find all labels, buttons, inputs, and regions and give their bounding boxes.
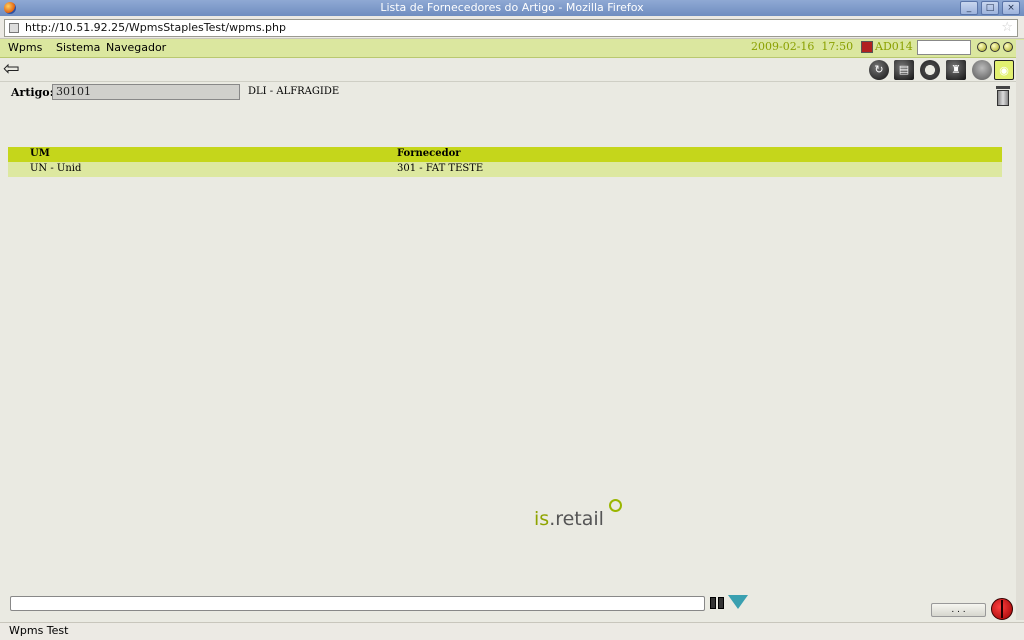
site-icon [9,23,19,33]
isretail-logo: is.retail [534,508,604,530]
datetime: 2009-02-16 17:50 [751,40,853,53]
current-time: 17:50 [821,40,854,53]
app-menubar: Wpms Sistema Navegador 2009-02-16 17:50 … [0,39,1024,58]
logo-prefix: is [534,508,550,530]
current-date: 2009-02-16 [751,40,815,53]
quick-access-input[interactable] [917,40,971,55]
table-header: UM Fornecedor [8,147,1002,162]
artigo-description: DLI - ALFRAGIDE [248,86,340,97]
table-row[interactable]: UN - Unid 301 - FAT TESTE [8,162,1002,177]
app-toolbar: ⇦ ↻ ▤ ♜ ◉ [0,58,1024,82]
artigo-field[interactable]: 30101 [52,84,240,100]
suppliers-table: UM Fornecedor UN - Unid 301 - FAT TESTE [8,147,1002,177]
home-icon[interactable]: ◉ [994,60,1014,80]
window-title: Lista de Fornecedores do Artigo - Mozill… [380,1,644,14]
url-text: http://10.51.92.25/WpmsStaplesTest/wpms.… [25,21,286,34]
back-arrow-icon[interactable]: ⇦ [3,58,25,79]
column-header-fornecedor[interactable]: Fornecedor [397,148,461,159]
lifebuoy-icon[interactable] [920,60,940,80]
window-titlebar: Lista de Fornecedores do Artigo - Mozill… [0,0,1024,16]
artigo-label: Artigo: [11,86,54,99]
window-controls: _ □ × [960,1,1020,15]
restore-app-icon[interactable] [990,42,1000,52]
user-tool-icon[interactable] [972,60,992,80]
user-code: AD014 [875,40,913,53]
menu-navegador[interactable]: Navegador [106,41,166,54]
trash-icon[interactable] [993,84,1013,108]
logo-suffix: .retail [549,508,604,530]
maximize-button[interactable]: □ [981,1,999,15]
minimize-button[interactable]: _ [960,1,978,15]
column-header-um[interactable]: UM [30,148,50,159]
refresh-icon[interactable]: ↻ [869,60,889,80]
close-window-button[interactable]: × [1002,1,1020,15]
url-field[interactable]: http://10.51.92.25/WpmsStaplesTest/wpms.… [4,19,1018,37]
bookmark-star-icon[interactable]: ☆ [1001,20,1013,36]
command-input[interactable] [10,596,705,611]
cell-um: UN - Unid [30,163,82,174]
cell-fornecedor: 301 - FAT TESTE [397,163,484,174]
stamp-icon[interactable]: ♜ [946,60,966,80]
logo-mark-icon [609,499,622,512]
close-app-icon[interactable] [1003,42,1013,52]
print-icon[interactable]: ▤ [894,60,914,80]
browser-statusbar: Wpms Test [0,622,1024,640]
user-icon [861,41,873,53]
binoculars-icon[interactable] [709,595,725,611]
menu-wpms[interactable]: Wpms [8,41,42,54]
navigation-bar: http://10.51.92.25/WpmsStaplesTest/wpms.… [0,16,1024,39]
minimize-app-icon[interactable] [977,42,987,52]
firefox-icon [4,2,16,14]
more-button[interactable]: . . . [931,603,986,617]
bug-icon[interactable] [991,598,1013,620]
menu-sistema[interactable]: Sistema [56,41,100,54]
status-text: Wpms Test [9,624,69,637]
scrollbar[interactable] [1016,40,1024,620]
filter-icon[interactable] [728,595,748,609]
